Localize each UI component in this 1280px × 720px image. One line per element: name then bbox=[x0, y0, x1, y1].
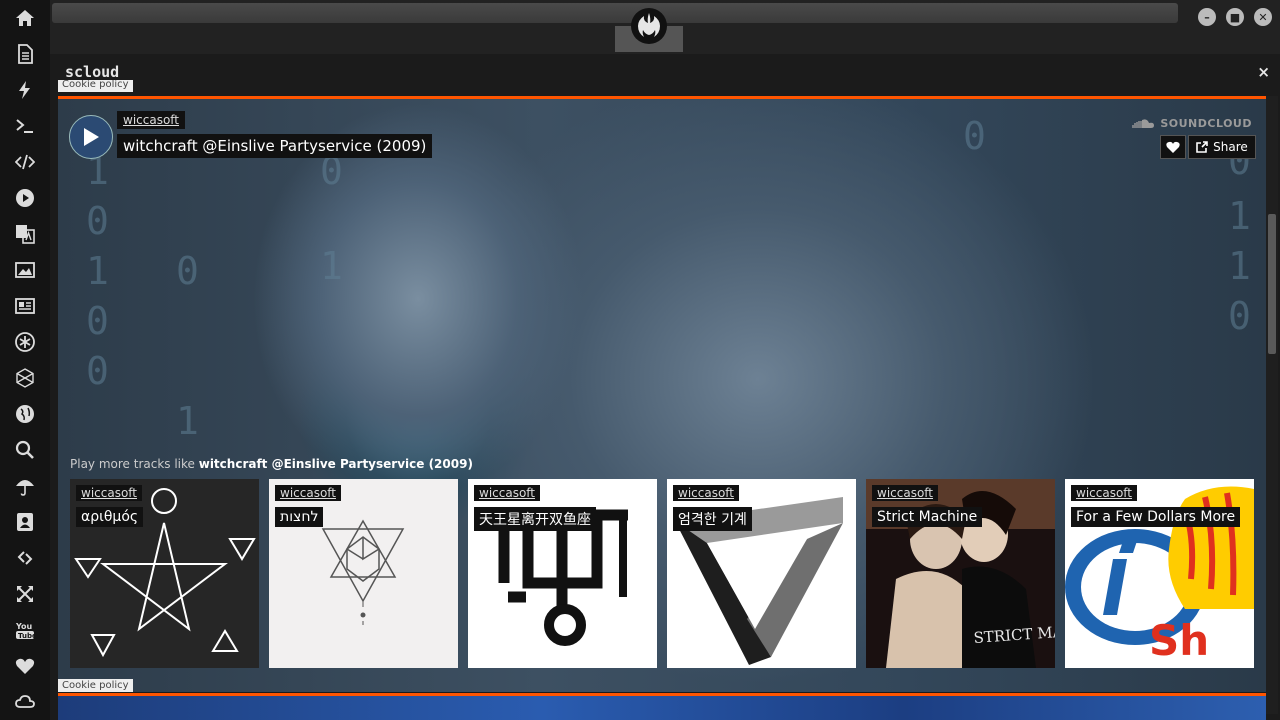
track-artwork-background: 1 0 1 0 0 0 1 0 1 0 0 1 1 0 wiccasoft wi… bbox=[58, 99, 1266, 692]
tile-title[interactable]: 天王星离开双鱼座 bbox=[474, 507, 596, 531]
like-button[interactable] bbox=[1160, 135, 1186, 159]
link-icon[interactable] bbox=[13, 546, 37, 570]
lightning-icon[interactable] bbox=[13, 78, 37, 102]
panel-title: scloud bbox=[65, 63, 120, 81]
home-icon[interactable] bbox=[13, 6, 37, 30]
contact-card-icon[interactable] bbox=[13, 510, 37, 534]
soundcloud-label: SOUNDCLOUD bbox=[1160, 117, 1252, 130]
play-button[interactable] bbox=[69, 115, 113, 159]
svg-text:Tube: Tube bbox=[18, 632, 35, 640]
related-track-tile[interactable]: wiccasoft 天王星离开双鱼座 bbox=[468, 479, 657, 668]
next-track-artwork bbox=[58, 696, 1266, 720]
related-track-tile[interactable]: wiccasoft לחצות bbox=[269, 479, 458, 668]
more-tracks-prefix: Play more tracks like bbox=[70, 457, 199, 471]
soundcloud-icon bbox=[1132, 118, 1155, 128]
heart-icon[interactable] bbox=[13, 654, 37, 678]
asterisk-icon[interactable] bbox=[13, 330, 37, 354]
tile-artist-link[interactable]: wiccasoft bbox=[673, 485, 740, 501]
hexagon-icon[interactable] bbox=[13, 366, 37, 390]
heart-icon bbox=[1166, 141, 1180, 153]
tile-title[interactable]: 엄격한 기계 bbox=[673, 507, 752, 531]
tile-artist-link[interactable]: wiccasoft bbox=[872, 485, 939, 501]
scrollbar-thumb[interactable] bbox=[1268, 214, 1276, 354]
track-artist-link[interactable]: wiccasoft bbox=[117, 111, 186, 129]
cloud-icon[interactable] bbox=[13, 690, 37, 714]
tile-artist-link[interactable]: wiccasoft bbox=[76, 485, 143, 501]
rebel-alliance-icon bbox=[631, 8, 667, 44]
share-button[interactable]: Share bbox=[1188, 135, 1256, 159]
soundcloud-embed: 1 0 1 0 0 0 1 0 1 0 0 1 1 0 wiccasoft wi… bbox=[58, 96, 1266, 692]
sidebar: You Tube bbox=[0, 0, 50, 720]
related-track-tile[interactable]: wiccasoft 엄격한 기계 bbox=[667, 479, 856, 668]
tile-artist-link[interactable]: wiccasoft bbox=[474, 485, 541, 501]
more-tracks-title[interactable]: witchcraft @Einslive Partyservice (2009) bbox=[199, 457, 473, 471]
cookie-policy-link[interactable]: Cookie policy bbox=[58, 80, 133, 92]
address-bar[interactable] bbox=[52, 3, 1178, 23]
code-icon[interactable] bbox=[13, 150, 37, 174]
share-label: Share bbox=[1213, 140, 1248, 154]
tile-artist-link[interactable]: wiccasoft bbox=[1071, 485, 1138, 501]
minimize-button[interactable]: – bbox=[1198, 8, 1216, 26]
newspaper-icon[interactable] bbox=[13, 294, 37, 318]
svg-text:You: You bbox=[15, 622, 33, 631]
related-track-tile[interactable]: STRICT MACHINE wiccasoft Strict Machine bbox=[866, 479, 1055, 668]
more-tracks-heading: Play more tracks like witchcraft @Einsli… bbox=[70, 457, 473, 471]
maximize-button[interactable]: ■ bbox=[1226, 8, 1244, 26]
terminal-icon[interactable] bbox=[13, 114, 37, 138]
close-window-button[interactable]: ✕ bbox=[1254, 8, 1272, 26]
tile-title[interactable]: לחצות bbox=[275, 507, 324, 527]
tile-title[interactable]: For a Few Dollars More bbox=[1071, 507, 1241, 527]
track-title[interactable]: witchcraft @Einslive Partyservice (2009) bbox=[117, 134, 433, 158]
app-panel: scloud × Cookie policy 1 0 1 0 0 0 1 0 1… bbox=[58, 60, 1274, 720]
tile-artist-link[interactable]: wiccasoft bbox=[275, 485, 342, 501]
related-track-tile[interactable]: wiccasoft αριθμός bbox=[70, 479, 259, 668]
expand-icon[interactable] bbox=[13, 582, 37, 606]
translate-icon[interactable] bbox=[13, 222, 37, 246]
related-track-tile[interactable]: Sh wiccasoft For a Few Dollars More bbox=[1065, 479, 1254, 668]
scrollbar[interactable] bbox=[1266, 96, 1278, 714]
document-icon[interactable] bbox=[13, 42, 37, 66]
panel-close-button[interactable]: × bbox=[1257, 63, 1270, 81]
youtube-icon[interactable]: You Tube bbox=[13, 618, 37, 642]
tile-title[interactable]: αριθμός bbox=[76, 507, 144, 527]
artwork-text: Sh bbox=[1149, 616, 1209, 665]
image-icon[interactable] bbox=[13, 258, 37, 282]
next-soundcloud-embed bbox=[58, 693, 1266, 720]
play-circle-icon[interactable] bbox=[13, 186, 37, 210]
umbrella-icon[interactable] bbox=[13, 474, 37, 498]
top-bar: – ■ ✕ bbox=[50, 0, 1280, 54]
search-icon[interactable] bbox=[13, 438, 37, 462]
soundcloud-logo[interactable]: SOUNDCLOUD bbox=[1132, 117, 1252, 130]
cookie-policy-link[interactable]: Cookie policy bbox=[58, 679, 133, 692]
globe-icon[interactable] bbox=[13, 402, 37, 426]
share-icon bbox=[1196, 141, 1208, 153]
tile-title[interactable]: Strict Machine bbox=[872, 507, 983, 527]
